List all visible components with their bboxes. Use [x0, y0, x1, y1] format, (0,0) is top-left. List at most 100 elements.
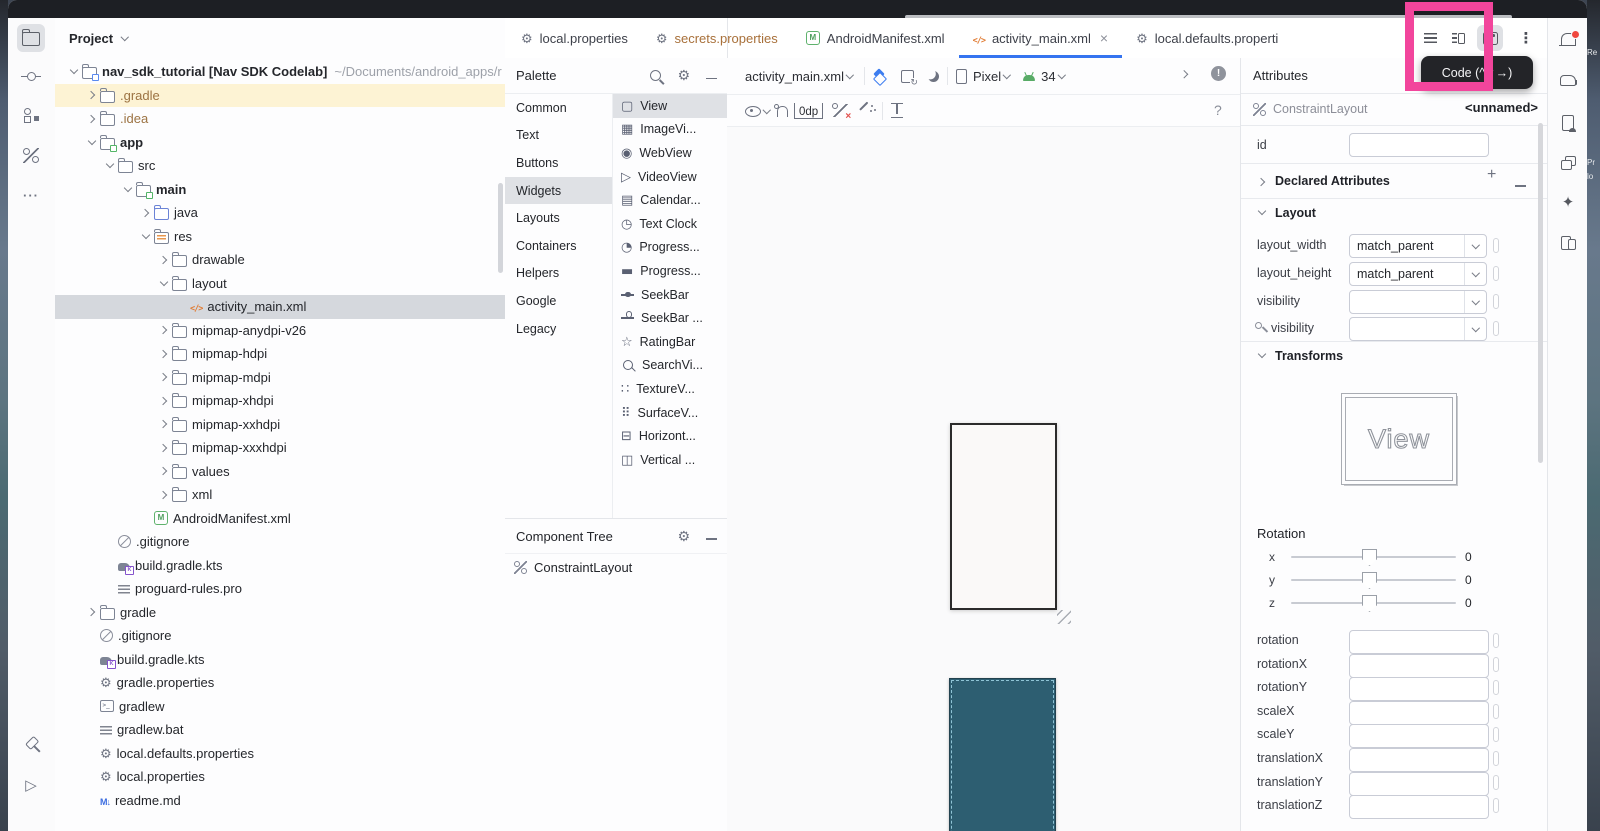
tree-row[interactable]: proguard-rules.pro [55, 577, 505, 601]
close-icon[interactable]: × [1100, 30, 1108, 46]
resize-handle[interactable] [1057, 610, 1071, 624]
tree-row[interactable]: mipmap-xhdpi [55, 389, 505, 413]
chevron-down-icon[interactable] [103, 158, 118, 173]
attribute-input-translationZ[interactable] [1349, 795, 1489, 819]
tree-row[interactable]: mipmap-mdpi [55, 366, 505, 390]
remove-attribute-button[interactable] [1515, 176, 1526, 190]
attribute-select-layout_height[interactable]: match_parent [1349, 262, 1487, 286]
tree-row[interactable]: mipmap-xxhdpi [55, 413, 505, 437]
chevron-down-icon[interactable] [1255, 348, 1270, 363]
api-level-selector[interactable]: 34 [1041, 69, 1055, 84]
tree-row[interactable]: gradlew.bat [55, 718, 505, 742]
palette-item[interactable]: Text Clock [613, 212, 727, 236]
search-icon[interactable] [650, 70, 661, 81]
chevron-down-icon[interactable] [844, 70, 856, 82]
default-margin-selector[interactable]: 0dp [794, 103, 823, 119]
view-options-icon[interactable] [745, 106, 761, 117]
autoconnect-icon[interactable] [777, 106, 788, 117]
palette-item[interactable]: RatingBar [613, 330, 727, 354]
id-input[interactable] [1349, 133, 1489, 157]
palette-item[interactable]: SearchVi... [613, 354, 727, 378]
attribute-input-rotationY[interactable] [1349, 677, 1489, 701]
clear-constraints-icon[interactable] [833, 104, 848, 117]
chevron-down-icon[interactable] [85, 135, 100, 150]
select-chevron[interactable] [1464, 318, 1486, 340]
chevron-right-icon[interactable] [157, 346, 172, 361]
palette-item[interactable]: TextureV... [613, 377, 727, 401]
tree-row[interactable]: .gradle [55, 84, 505, 108]
tool-stripe-gemini[interactable] [1555, 190, 1581, 216]
attribute-select-layout_width[interactable]: match_parent [1349, 234, 1487, 258]
editor-tab[interactable]: local.properties [507, 18, 642, 58]
palette-item[interactable]: View [613, 94, 727, 118]
declared-attributes-section[interactable]: Declared Attributes [1255, 172, 1390, 189]
chevron-down-icon[interactable] [67, 64, 82, 79]
add-attribute-button[interactable] [1487, 168, 1496, 182]
slider-thumb[interactable] [1362, 549, 1377, 566]
chevron-down-icon[interactable] [761, 105, 773, 117]
minimize-icon[interactable] [706, 78, 717, 80]
attribute-input-scaleX[interactable] [1349, 701, 1489, 725]
tree-row[interactable]: src [55, 154, 505, 178]
chevron-right-icon[interactable] [1179, 68, 1191, 80]
palette-category-containers[interactable]: Containers [505, 232, 612, 260]
tool-stripe-gradle[interactable] [1555, 66, 1581, 92]
palette-item[interactable]: Calendar... [613, 188, 727, 212]
tool-stripe-vcs[interactable] [17, 141, 45, 169]
attribute-input-rotation[interactable] [1349, 630, 1489, 654]
slider-thumb[interactable] [1362, 595, 1377, 612]
tree-row[interactable]: gradle [55, 601, 505, 625]
palette-item[interactable]: Progress... [613, 236, 727, 260]
tree-row[interactable]: readme.md [55, 789, 505, 813]
select-chevron[interactable] [1464, 235, 1486, 257]
chevron-right-icon[interactable] [139, 205, 154, 220]
chevron-down-icon[interactable] [139, 229, 154, 244]
tree-row[interactable]: .gitignore [55, 530, 505, 554]
select-chevron[interactable] [1464, 263, 1486, 285]
tree-row[interactable]: values [55, 460, 505, 484]
transforms-section[interactable]: Transforms [1255, 349, 1343, 363]
chevron-down-icon[interactable] [121, 182, 136, 197]
tree-row[interactable]: build.gradle.kts [55, 648, 505, 672]
chevron-right-icon[interactable] [157, 370, 172, 385]
tree-row[interactable]: mipmap-xxxhdpi [55, 436, 505, 460]
align-distribute-icon[interactable] [891, 103, 903, 118]
palette-item[interactable]: Progress... [613, 259, 727, 283]
tool-stripe-commit[interactable] [17, 62, 45, 90]
tree-row[interactable]: mipmap-hdpi [55, 342, 505, 366]
design-canvas[interactable] [727, 127, 1240, 831]
device-design-surface[interactable] [950, 423, 1057, 610]
tool-stripe-more[interactable] [17, 182, 45, 210]
chevron-right-icon[interactable] [157, 417, 172, 432]
tree-row[interactable]: local.properties [55, 765, 505, 789]
chevron-right-icon[interactable] [157, 464, 172, 479]
palette-category-google[interactable]: Google [505, 287, 612, 315]
project-panel-header[interactable]: Project [55, 18, 505, 58]
select-chevron[interactable] [1464, 291, 1486, 313]
gear-icon[interactable] [677, 68, 690, 83]
tree-row[interactable]: app [55, 131, 505, 155]
tool-stripe-project[interactable] [17, 24, 45, 52]
tree-row[interactable]: mipmap-anydpi-v26 [55, 319, 505, 343]
tool-stripe-notifications[interactable] [1555, 25, 1581, 51]
palette-category-text[interactable]: Text [505, 122, 612, 150]
tree-row[interactable]: AndroidManifest.xml [55, 507, 505, 531]
tool-stripe-structure[interactable] [17, 101, 45, 129]
device-selector[interactable]: Pixel [973, 69, 1001, 84]
palette-category-buttons[interactable]: Buttons [505, 149, 612, 177]
attribute-input-translationX[interactable] [1349, 748, 1489, 772]
device-blueprint-surface[interactable] [949, 678, 1056, 831]
minimize-icon[interactable] [706, 538, 717, 540]
chevron-right-icon[interactable] [157, 393, 172, 408]
palette-category-widgets[interactable]: Widgets [505, 177, 612, 205]
palette-item[interactable]: SeekBar [613, 283, 727, 307]
component-tree-root[interactable]: ConstraintLayout [505, 555, 727, 579]
tree-row[interactable]: layout [55, 272, 505, 296]
tree-row[interactable]: build.gradle.kts [55, 554, 505, 578]
chevron-right-icon[interactable] [157, 252, 172, 267]
attribute-select-visibility[interactable] [1349, 290, 1487, 314]
tree-row[interactable]: gradlew [55, 695, 505, 719]
tree-row[interactable]: xml [55, 483, 505, 507]
palette-item[interactable]: Horizont... [613, 424, 727, 448]
editor-tab[interactable]: local.defaults.properti [1122, 18, 1292, 58]
